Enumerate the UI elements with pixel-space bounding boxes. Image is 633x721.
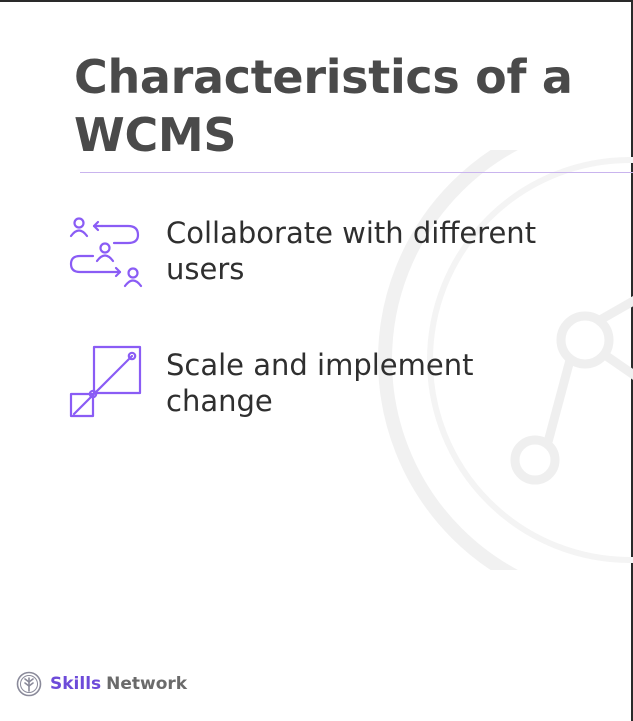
characteristic-item: Scale and implement change [66,344,586,422]
slide: Characteristics of a WCMS Collaborate wi… [0,0,633,721]
characteristic-text: Scale and implement change [166,348,474,418]
characteristic-item: Collaborate with different users [66,212,586,290]
scale-resize-icon [69,345,142,418]
slide-title: Characteristics of a WCMS [74,50,573,162]
footer-brand: Skills Network [16,671,187,697]
collaboration-users-icon [69,217,143,288]
frame-border-top [0,0,633,2]
characteristic-text: Collaborate with different users [166,216,537,286]
title-divider [80,172,633,173]
brand-network-label: Network [106,674,188,694]
skills-network-logo-icon [16,671,42,697]
brand-skills-label: Skills [50,674,102,694]
